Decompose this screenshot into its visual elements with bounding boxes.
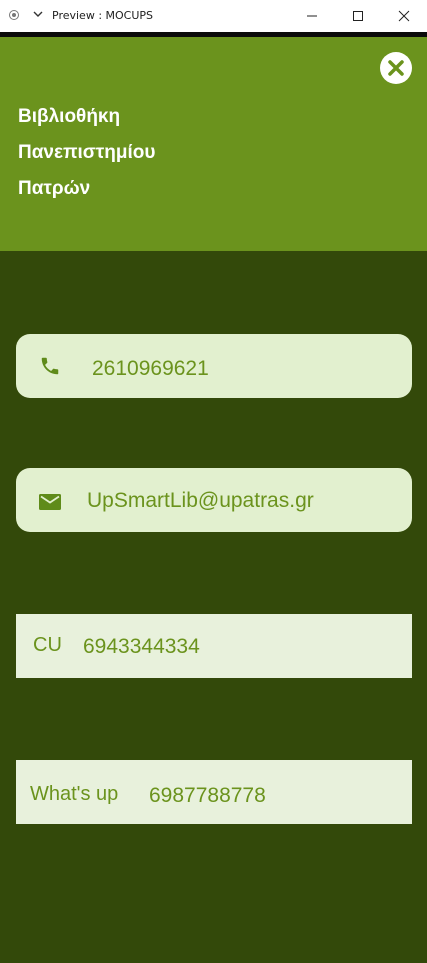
maximize-icon [353, 11, 363, 21]
library-name-line: Βιβλιοθήκη [18, 106, 121, 127]
close-icon [388, 60, 404, 76]
email-address: UpSmartLib@upatras.gr [87, 489, 314, 512]
whatsup-contact[interactable]: What's up 6987788778 [16, 760, 412, 824]
chevron-down-icon[interactable] [32, 7, 44, 21]
window-title: Preview : MOCUPS [52, 9, 154, 22]
cu-number: 6943344334 [83, 635, 200, 658]
window-titlebar: Preview : MOCUPS [0, 0, 427, 32]
phone-icon [38, 354, 62, 378]
cu-label: CU [33, 634, 62, 656]
mail-icon [38, 492, 62, 512]
phone-contact[interactable]: 2610969621 [16, 334, 412, 398]
library-name-line: Πατρών [18, 178, 91, 199]
whatsup-number: 6987788778 [149, 784, 266, 807]
minimize-icon [307, 15, 317, 17]
minimize-button[interactable] [289, 0, 335, 32]
whatsup-label: What's up [30, 783, 119, 805]
phone-number: 2610969621 [92, 357, 209, 380]
library-name-line: Πανεπιστημίου [18, 142, 156, 163]
cu-contact[interactable]: CU 6943344334 [16, 614, 412, 678]
library-name: Βιβλιοθήκη Πανεπιστημίου Πατρών [18, 99, 278, 207]
contact-panel: 2610969621 UpSmartLib@upatras.gr CU 6943… [0, 251, 427, 963]
close-icon [398, 10, 410, 22]
close-button[interactable] [380, 52, 412, 84]
email-contact[interactable]: UpSmartLib@upatras.gr [16, 468, 412, 532]
window-close-button[interactable] [381, 0, 427, 32]
app-icon [9, 10, 19, 20]
maximize-button[interactable] [335, 0, 381, 32]
header: Βιβλιοθήκη Πανεπιστημίου Πατρών [0, 37, 427, 251]
